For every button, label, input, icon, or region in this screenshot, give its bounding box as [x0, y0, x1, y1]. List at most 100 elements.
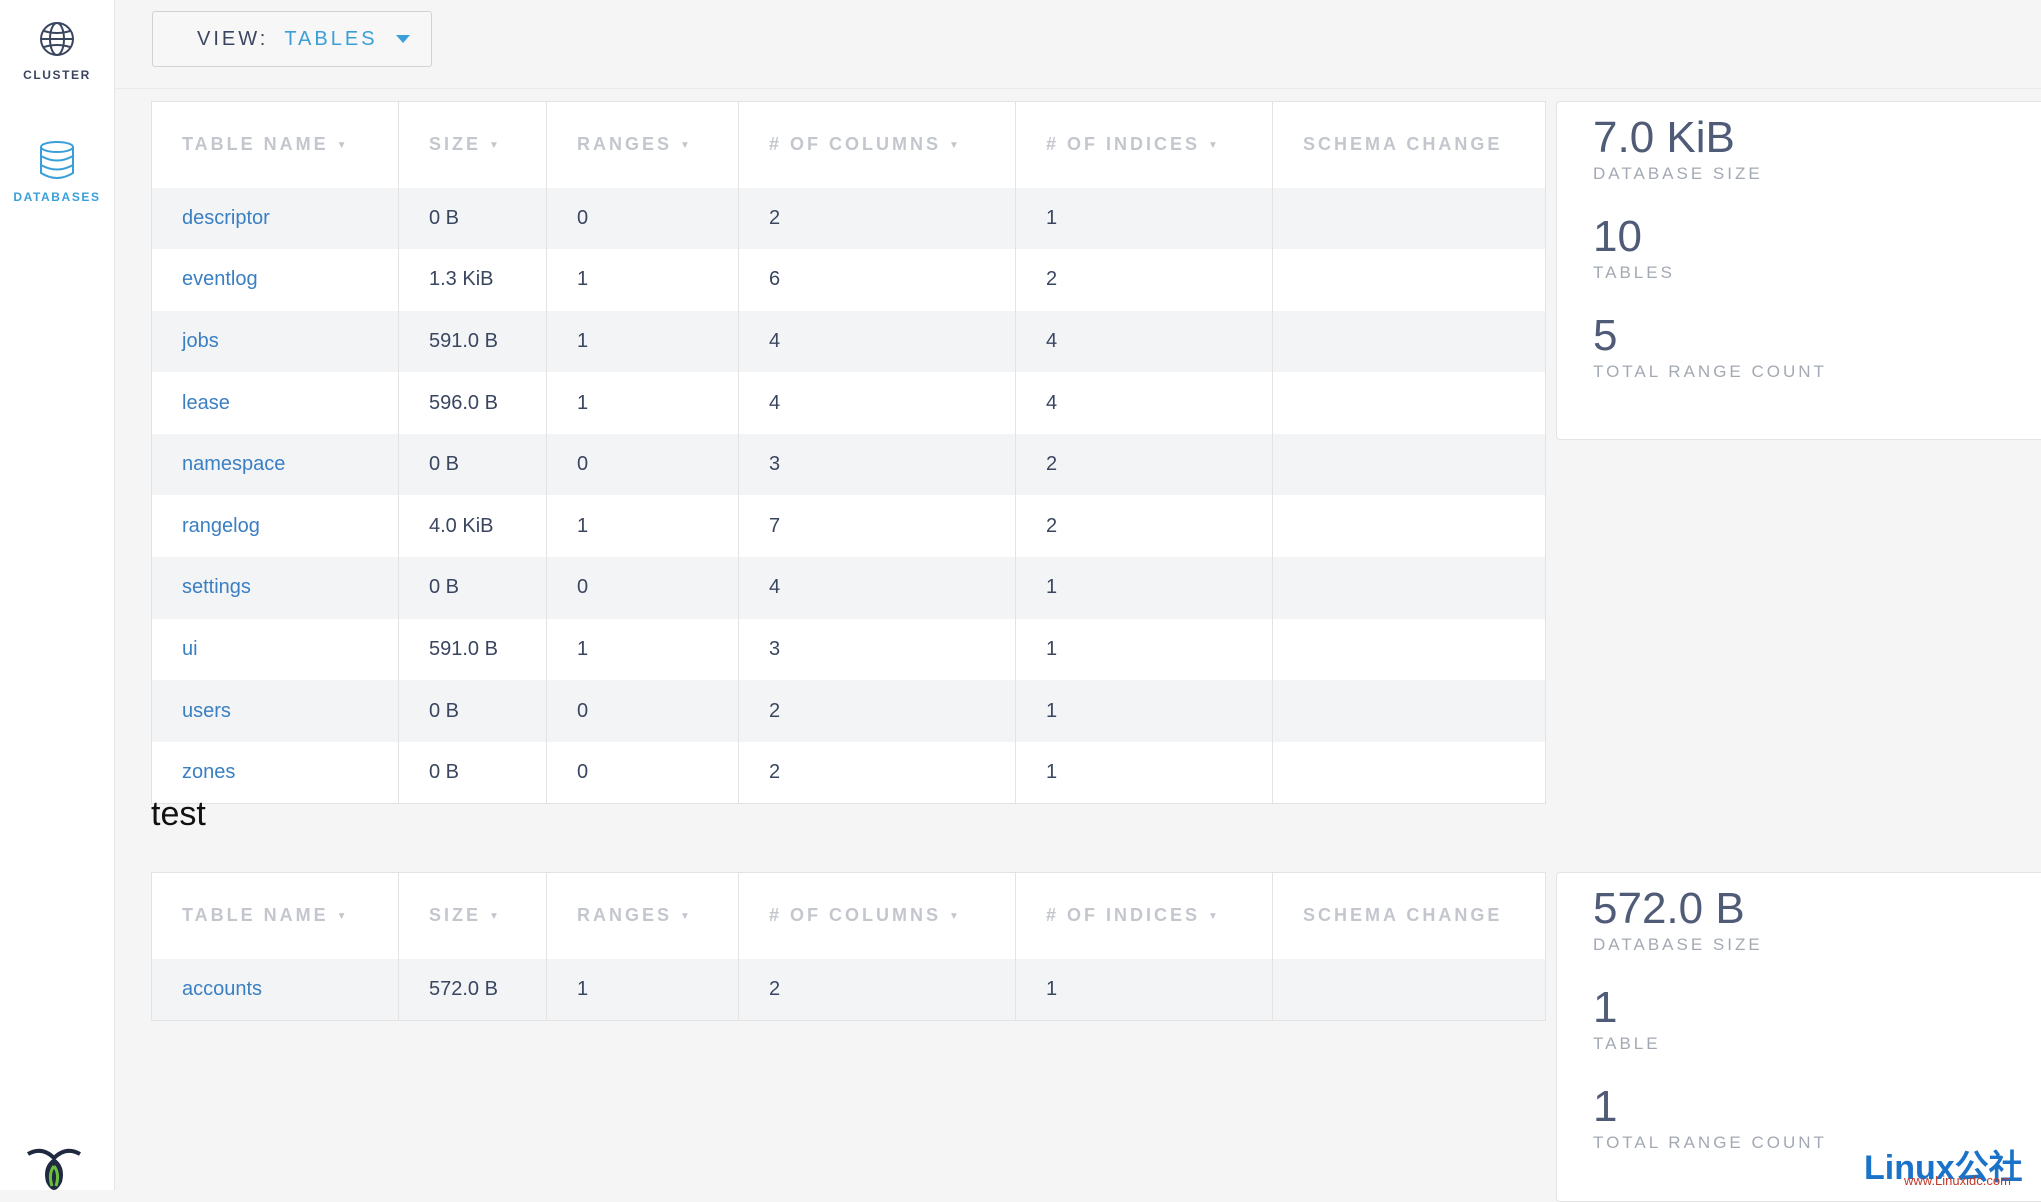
table-row: ui 591.0 B 1 3 1 [151, 618, 1546, 681]
table-columns: 3 [738, 433, 1016, 496]
table-size: 0 B [398, 680, 547, 742]
table-indices: 1 [1015, 187, 1273, 250]
table-row: settings 0 B 0 4 1 [151, 557, 1546, 619]
table-row: lease 596.0 B 1 4 4 [151, 372, 1546, 434]
caret-down-icon [395, 35, 410, 43]
table-columns: 4 [738, 557, 1016, 619]
sort-arrow-icon: ▼ [680, 140, 693, 151]
view-dropdown[interactable]: VIEW: TABLES [152, 11, 432, 67]
view-label: VIEW: [197, 27, 269, 50]
table-columns: 2 [738, 741, 1016, 804]
column-header-table-name[interactable]: TABLE NAME ▼ [151, 872, 399, 959]
table-columns: 3 [738, 618, 1016, 681]
table-ranges: 0 [546, 433, 739, 496]
table-name-link[interactable]: descriptor [151, 187, 399, 250]
summary-stat: 10 TABLES [1593, 201, 2041, 300]
table-size: 4.0 KiB [398, 495, 547, 558]
database-size-value: 7.0 KiB [1593, 113, 1735, 162]
column-header-ranges[interactable]: RANGES ▼ [546, 872, 739, 959]
range-count-label: TOTAL RANGE COUNT [1593, 362, 1827, 381]
sort-arrow-icon: ▼ [680, 911, 693, 922]
table-name-link[interactable]: settings [151, 557, 399, 619]
table-schema-change [1272, 557, 1546, 619]
table-indices: 2 [1015, 249, 1273, 311]
sidebar-item-databases[interactable]: DATABASES [0, 140, 114, 204]
table-name-link[interactable]: accounts [151, 958, 399, 1021]
table-name-link[interactable]: ui [151, 618, 399, 681]
column-header-indices[interactable]: # OF INDICES ▼ [1015, 101, 1273, 188]
table-row: namespace 0 B 0 3 2 [151, 433, 1546, 496]
column-header-indices[interactable]: # OF INDICES ▼ [1015, 872, 1273, 959]
table-count-value: 10 [1593, 212, 1642, 261]
sort-arrow-icon: ▼ [1208, 140, 1221, 151]
table-ranges: 0 [546, 741, 739, 804]
table-name-link[interactable]: eventlog [151, 249, 399, 311]
table-row: accounts 572.0 B 1 2 1 [151, 958, 1546, 1021]
range-count-value: 5 [1593, 311, 1618, 360]
table-indices: 1 [1015, 557, 1273, 619]
table-row: users 0 B 0 2 1 [151, 680, 1546, 742]
table-columns: 2 [738, 958, 1016, 1021]
column-header-columns[interactable]: # OF COLUMNS ▼ [738, 101, 1016, 188]
summary-stat: 7.0 KiB DATABASE SIZE [1593, 102, 2041, 201]
table-header-row: TABLE NAME ▼ SIZE ▼ RANGES ▼ # OF COLUMNS ▼ … [151, 101, 1546, 188]
table-name-link[interactable]: users [151, 680, 399, 742]
cockroach-logo-icon[interactable] [24, 1148, 84, 1195]
table-ranges: 1 [546, 495, 739, 558]
database-tables-table: TABLE NAME ▼ SIZE ▼ RANGES ▼ # OF COLUMNS ▼ … [151, 872, 1546, 1021]
column-header-ranges[interactable]: RANGES ▼ [546, 101, 739, 188]
table-ranges: 1 [546, 958, 739, 1021]
database-size-value: 572.0 B [1593, 884, 1745, 933]
table-schema-change [1272, 618, 1546, 681]
database-icon [40, 141, 74, 179]
column-header-schema-change: SCHEMA CHANGE [1272, 101, 1546, 188]
table-name-link[interactable]: rangelog [151, 495, 399, 558]
sidebar: CLUSTER DATABASES [0, 0, 115, 1190]
table-name-link[interactable]: jobs [151, 310, 399, 373]
sort-arrow-icon: ▼ [949, 140, 962, 151]
table-ranges: 0 [546, 557, 739, 619]
table-ranges: 0 [546, 680, 739, 742]
table-indices: 4 [1015, 310, 1273, 373]
table-row: eventlog 1.3 KiB 1 6 2 [151, 249, 1546, 311]
column-header-size[interactable]: SIZE ▼ [398, 872, 547, 959]
sidebar-item-label: CLUSTER [23, 68, 91, 82]
column-header-size[interactable]: SIZE ▼ [398, 101, 547, 188]
summary-stat: 5 TOTAL RANGE COUNT [1593, 300, 2041, 399]
table-schema-change [1272, 741, 1546, 804]
database-title: test [151, 795, 206, 833]
table-ranges: 1 [546, 249, 739, 311]
table-row: jobs 591.0 B 1 4 4 [151, 310, 1546, 373]
table-ranges: 1 [546, 310, 739, 373]
table-indices: 2 [1015, 495, 1273, 558]
table-count-value: 1 [1593, 983, 1618, 1032]
table-name-link[interactable]: namespace [151, 433, 399, 496]
table-name-link[interactable]: lease [151, 372, 399, 434]
table-schema-change [1272, 433, 1546, 496]
table-size: 1.3 KiB [398, 249, 547, 311]
table-indices: 2 [1015, 433, 1273, 496]
table-size: 0 B [398, 187, 547, 250]
column-header-table-name[interactable]: TABLE NAME ▼ [151, 101, 399, 188]
column-header-columns[interactable]: # OF COLUMNS ▼ [738, 872, 1016, 959]
table-indices: 1 [1015, 958, 1273, 1021]
watermark-url: www.Linuxidc.com [1904, 1173, 2011, 1188]
table-schema-change [1272, 495, 1546, 558]
table-schema-change [1272, 680, 1546, 742]
summary-stat: 572.0 B DATABASE SIZE [1593, 873, 2041, 972]
summary-stat: 1 TABLE [1593, 972, 2041, 1071]
sort-arrow-icon: ▼ [1208, 911, 1221, 922]
table-size: 572.0 B [398, 958, 547, 1021]
table-indices: 1 [1015, 680, 1273, 742]
table-indices: 4 [1015, 372, 1273, 434]
table-count-label: TABLE [1593, 1034, 1661, 1053]
table-columns: 4 [738, 372, 1016, 434]
database-size-label: DATABASE SIZE [1593, 164, 1763, 183]
table-size: 0 B [398, 433, 547, 496]
table-row: zones 0 B 0 2 1 [151, 741, 1546, 804]
sidebar-item-cluster[interactable]: CLUSTER [0, 20, 114, 82]
sidebar-item-label: DATABASES [13, 190, 101, 204]
table-schema-change [1272, 310, 1546, 373]
table-columns: 4 [738, 310, 1016, 373]
table-schema-change [1272, 372, 1546, 434]
